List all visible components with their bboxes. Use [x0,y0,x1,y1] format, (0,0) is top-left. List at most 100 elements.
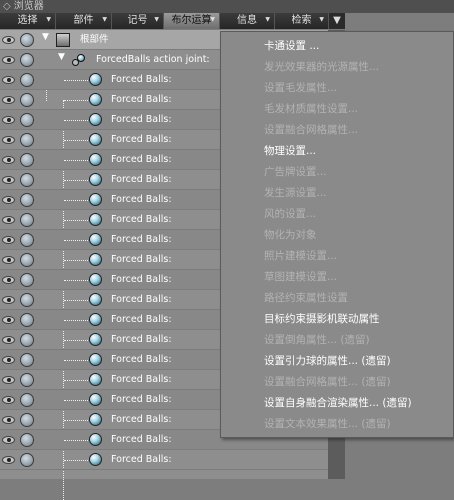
menu-item[interactable]: 设置引力球的属性... (遗留) [264,351,391,371]
visibility-dot-icon[interactable] [20,333,34,347]
expand-arrow-icon[interactable]: ▼ [58,52,65,62]
eye-icon[interactable] [2,416,15,424]
visibility-dot-icon[interactable] [20,373,34,387]
tab-select[interactable]: 选择 ▼ [0,13,56,29]
tree-connector [64,140,88,141]
visibility-dot-icon[interactable] [20,133,34,147]
ball-icon [89,313,102,326]
menu-item[interactable]: 设置融合网格属性... [264,120,358,140]
ball-icon [89,293,102,306]
tree-item-label: Forced Balls: [111,354,172,365]
ball-icon [89,213,102,226]
eye-icon[interactable] [2,56,15,64]
eye-icon[interactable] [2,256,15,264]
tree-row[interactable]: Forced Balls: [0,450,328,470]
ball-icon [89,413,102,426]
browser-titlebar: ◇ 浏览器 [0,0,454,13]
menu-item[interactable]: 设置毛发属性... [264,78,337,98]
eye-icon[interactable] [2,156,15,164]
tab-search[interactable]: 检索 ▼ [275,13,329,29]
visibility-dot-icon[interactable] [20,33,34,47]
tree-item-label: Forced Balls: [111,214,172,225]
eye-icon[interactable] [2,356,15,364]
browser-menubar: 选择 ▼ 部件 ▼ 记号 ▼ 布尔运算 ▼ 信息 ▼ 检索 ▼ ▼ [0,13,345,29]
dropdown-arrow-icon: ▼ [46,16,51,23]
tree-item-label: Forced Balls: [111,234,172,245]
visibility-dot-icon[interactable] [20,313,34,327]
visibility-dot-icon[interactable] [20,433,34,447]
eye-icon[interactable] [2,116,15,124]
visibility-dot-icon[interactable] [20,153,34,167]
menu-item[interactable]: 照片建模设置... [264,246,337,266]
menu-item[interactable]: 发光效果器的光源属性... [264,57,379,77]
tab-label: 布尔运算 [171,15,212,26]
visibility-dot-icon[interactable] [20,113,34,127]
menu-item[interactable]: 发生源设置... [264,183,327,203]
eye-icon[interactable] [2,136,15,144]
eye-icon[interactable] [2,396,15,404]
visibility-dot-icon[interactable] [20,233,34,247]
tree-item-label: Forced Balls: [111,254,172,265]
tree-connector [64,120,88,121]
menu-item[interactable]: 卡通设置 ... [264,36,319,56]
expand-arrow-icon[interactable]: ▼ [42,32,49,42]
ball-icon [89,233,102,246]
menu-item[interactable]: 设置融合网格属性... (遗留) [264,372,391,392]
visibility-dot-icon[interactable] [20,253,34,267]
eye-icon[interactable] [2,96,15,104]
eye-icon[interactable] [2,316,15,324]
menu-item[interactable]: 目标约束摄影机联动属性 [264,309,380,329]
visibility-dot-icon[interactable] [20,193,34,207]
visibility-dot-icon[interactable] [20,53,34,67]
eye-icon[interactable] [2,456,15,464]
ball-icon [89,273,102,286]
tree-item-label: Forced Balls: [111,114,172,125]
menu-item[interactable]: 物理设置... [264,141,316,161]
visibility-dot-icon[interactable] [20,93,34,107]
visibility-dot-icon[interactable] [20,393,34,407]
tree-connector [64,420,88,421]
visibility-dot-icon[interactable] [20,73,34,87]
tab-marks[interactable]: 记号 ▼ [112,13,164,29]
tree-item-label: Forced Balls: [111,414,172,425]
ball-icon [89,133,102,146]
visibility-dot-icon[interactable] [20,353,34,367]
filter-icon[interactable]: ▼ [329,13,345,29]
ball-icon [89,193,102,206]
tree-connector [64,180,88,181]
tab-parts[interactable]: 部件 ▼ [56,13,112,29]
tree-item-label: ForcedBalls action joint: [96,54,210,65]
eye-icon[interactable] [2,76,15,84]
menu-item[interactable]: 草图建模设置... [264,267,337,287]
eye-icon[interactable] [2,176,15,184]
menu-item[interactable]: 物化为对象 [264,225,317,245]
visibility-dot-icon[interactable] [20,453,34,467]
tree-connector [64,340,88,341]
tab-info[interactable]: 信息 ▼ [220,13,275,29]
visibility-dot-icon[interactable] [20,273,34,287]
tree-connector [64,160,88,161]
ball-icon [89,73,102,86]
visibility-dot-icon[interactable] [20,173,34,187]
visibility-dot-icon[interactable] [20,293,34,307]
visibility-dot-icon[interactable] [20,413,34,427]
menu-item[interactable]: 设置自身融合渲染属性... (遗留) [264,393,412,413]
menu-item[interactable]: 广告牌设置... [264,162,327,182]
eye-icon[interactable] [2,196,15,204]
eye-icon[interactable] [2,236,15,244]
menu-item[interactable]: 毛发材质属性设置... [264,99,358,119]
eye-icon[interactable] [2,216,15,224]
eye-icon[interactable] [2,276,15,284]
menu-item[interactable]: 风的设置... [264,204,316,224]
eye-icon[interactable] [2,436,15,444]
tree-item-label: Forced Balls: [111,454,172,465]
tab-boolean[interactable]: 布尔运算 ▼ [164,13,220,29]
eye-icon[interactable] [2,376,15,384]
eye-icon[interactable] [2,296,15,304]
visibility-dot-icon[interactable] [20,213,34,227]
menu-item[interactable]: 设置倒角属性... (遗留) [264,330,370,350]
menu-item[interactable]: 设置文本效果属性... (遗留) [264,414,391,434]
menu-item[interactable]: 路径约束属性设置 [264,288,348,308]
eye-icon[interactable] [2,36,15,44]
eye-icon[interactable] [2,336,15,344]
